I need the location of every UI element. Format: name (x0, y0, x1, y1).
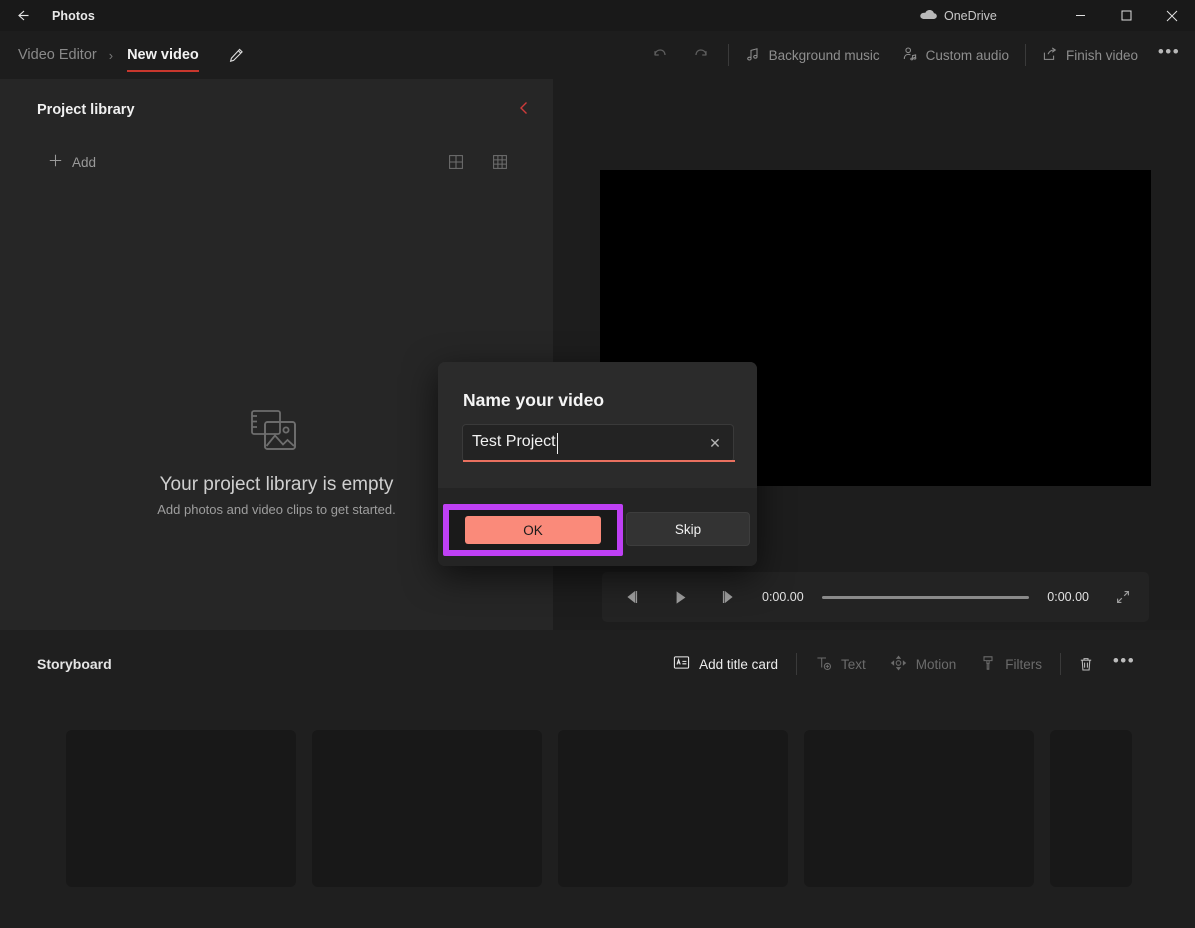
ok-button[interactable]: OK (465, 516, 601, 544)
page-title: Photos (52, 9, 95, 23)
breadcrumb-current-label: New video (127, 47, 199, 63)
motion-label: Motion (916, 657, 957, 672)
library-toolbar: Add (0, 143, 553, 181)
player-controls-bar: 0:00.00 0:00.00 (602, 572, 1149, 622)
active-tab-underline (127, 70, 199, 72)
storyboard-card[interactable] (558, 730, 788, 887)
background-music-button[interactable]: Background music (734, 35, 891, 75)
grid-large-icon[interactable] (443, 149, 469, 175)
custom-audio-button[interactable]: Custom audio (891, 35, 1020, 75)
play-icon[interactable] (658, 575, 702, 619)
ok-button-highlight: OK (443, 504, 623, 556)
library-empty-subtitle: Add photos and video clips to get starte… (157, 502, 396, 517)
chevron-left-icon[interactable] (507, 91, 541, 125)
storyboard-card[interactable] (312, 730, 542, 887)
divider (1060, 653, 1061, 675)
maximize-button[interactable] (1103, 0, 1149, 31)
input-focus-underline (463, 460, 735, 462)
storyboard-header: Storyboard Add title card (0, 630, 1195, 698)
divider (796, 653, 797, 675)
minimize-button[interactable] (1057, 0, 1103, 31)
library-header: Project library (0, 79, 553, 145)
storyboard-card[interactable] (804, 730, 1034, 887)
expand-icon[interactable] (1103, 577, 1143, 617)
person-audio-icon (902, 46, 918, 65)
add-media-button[interactable]: Add (48, 143, 96, 181)
music-note-icon (745, 46, 761, 65)
current-timecode: 0:00.00 (762, 590, 804, 604)
breadcrumb-new-video[interactable]: New video (119, 31, 207, 79)
library-empty-title: Your project library is empty (160, 474, 394, 496)
divider (1025, 44, 1026, 66)
back-arrow-icon[interactable] (0, 0, 44, 31)
onedrive-status[interactable]: OneDrive (920, 0, 997, 31)
skip-button[interactable]: Skip (626, 512, 750, 546)
video-name-value: Test Project (472, 433, 556, 451)
motion-icon (890, 655, 907, 674)
text-add-icon (815, 655, 832, 674)
command-bar-actions: Background music Custom audio (639, 31, 1189, 79)
library-title: Project library (37, 102, 135, 118)
chevron-right-icon: › (103, 48, 119, 63)
storyboard-card[interactable] (1050, 730, 1132, 887)
storyboard-title: Storyboard (37, 656, 112, 672)
breadcrumb: Video Editor › New video (12, 31, 257, 79)
text-label: Text (841, 657, 866, 672)
next-frame-icon[interactable] (706, 575, 750, 619)
text-button[interactable]: Text (803, 645, 878, 683)
add-title-card-button[interactable]: Add title card (661, 645, 790, 683)
background-music-label: Background music (769, 48, 880, 63)
storyboard-more-options-button[interactable]: ••• (1105, 645, 1143, 683)
breadcrumb-video-editor[interactable]: Video Editor (12, 47, 103, 63)
text-caret (557, 433, 558, 454)
finish-video-label: Finish video (1066, 48, 1138, 63)
add-title-card-label: Add title card (699, 657, 778, 672)
photo-video-stack-icon (250, 409, 304, 460)
divider (728, 44, 729, 66)
trash-icon[interactable] (1067, 645, 1105, 683)
seek-slider[interactable] (822, 596, 1030, 599)
plus-icon (48, 153, 63, 171)
total-timecode: 0:00.00 (1047, 590, 1089, 604)
dialog-footer: OK Skip (438, 488, 757, 566)
dialog-title: Name your video (463, 390, 604, 411)
finish-video-button[interactable]: Finish video (1031, 35, 1149, 75)
more-options-button[interactable]: ••• (1149, 35, 1189, 75)
previous-frame-icon[interactable] (610, 575, 654, 619)
dialog-body: Name your video Test Project ✕ (438, 362, 757, 488)
undo-icon[interactable] (639, 35, 681, 75)
view-mode-toggles (443, 143, 513, 181)
filters-button[interactable]: Filters (968, 645, 1054, 683)
title-card-icon (673, 655, 690, 673)
name-your-video-dialog: Name your video Test Project ✕ OK Skip (438, 362, 757, 566)
storyboard-track (0, 730, 1195, 890)
cloud-icon (920, 7, 937, 25)
export-share-icon (1042, 46, 1058, 65)
motion-button[interactable]: Motion (878, 645, 969, 683)
filters-brush-icon (980, 655, 996, 674)
window-titlebar: Photos OneDrive (0, 0, 1195, 31)
storyboard-card[interactable] (66, 730, 296, 887)
redo-icon[interactable] (681, 35, 723, 75)
onedrive-label: OneDrive (944, 9, 997, 23)
video-name-input[interactable]: Test Project ✕ (462, 424, 734, 462)
command-bar: Video Editor › New video (0, 31, 1195, 79)
storyboard-panel: Storyboard Add title card (0, 630, 1195, 928)
storyboard-toolbar: Add title card Text (661, 630, 1143, 698)
grid-small-icon[interactable] (487, 149, 513, 175)
custom-audio-label: Custom audio (926, 48, 1009, 63)
add-media-label: Add (72, 155, 96, 170)
pencil-icon[interactable] (217, 35, 257, 75)
clear-input-button[interactable]: ✕ (699, 425, 731, 461)
filters-label: Filters (1005, 657, 1042, 672)
close-button[interactable] (1149, 0, 1195, 31)
